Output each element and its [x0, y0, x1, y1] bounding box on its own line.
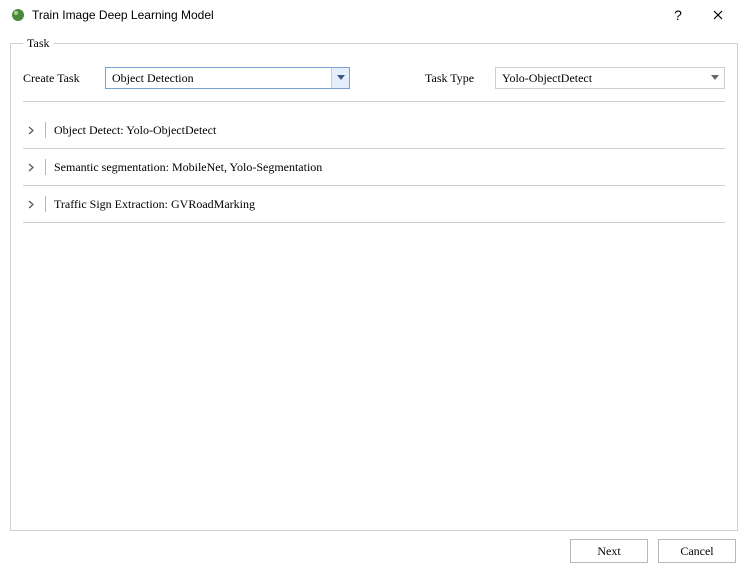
task-type-value: Yolo-ObjectDetect: [496, 68, 706, 88]
create-task-dropdown[interactable]: Object Detection: [105, 67, 350, 89]
list-item-row[interactable]: Object Detect: Yolo-ObjectDetect: [23, 112, 725, 148]
dialog-window: Train Image Deep Learning Model ? Task C…: [0, 0, 748, 575]
list-item-label: Semantic segmentation: MobileNet, Yolo-S…: [54, 160, 322, 175]
list-item-label: Object Detect: Yolo-ObjectDetect: [54, 123, 216, 138]
create-task-value: Object Detection: [106, 68, 331, 88]
cancel-button[interactable]: Cancel: [658, 539, 736, 563]
task-type-dropdown[interactable]: Yolo-ObjectDetect: [495, 67, 725, 89]
list-item: Semantic segmentation: MobileNet, Yolo-S…: [23, 149, 725, 186]
list-item-row[interactable]: Semantic segmentation: MobileNet, Yolo-S…: [23, 149, 725, 185]
chevron-down-icon: [706, 68, 724, 88]
chevron-right-icon: [23, 126, 39, 135]
divider: [23, 101, 725, 102]
titlebar: Train Image Deep Learning Model ?: [0, 0, 748, 30]
divider: [23, 222, 725, 223]
list-item: Object Detect: Yolo-ObjectDetect: [23, 112, 725, 149]
divider: [45, 159, 46, 175]
window-title: Train Image Deep Learning Model: [32, 8, 658, 22]
button-bar: Next Cancel: [10, 539, 738, 567]
list-item-row[interactable]: Traffic Sign Extraction: GVRoadMarking: [23, 186, 725, 222]
next-button[interactable]: Next: [570, 539, 648, 563]
task-row: Create Task Object Detection Task Type Y…: [23, 67, 725, 89]
list-item-label: Traffic Sign Extraction: GVRoadMarking: [54, 197, 255, 212]
task-group: Task Create Task Object Detection Task T…: [10, 36, 738, 531]
divider: [45, 196, 46, 212]
list-item: Traffic Sign Extraction: GVRoadMarking: [23, 186, 725, 223]
task-list: Object Detect: Yolo-ObjectDetect Semanti…: [23, 112, 725, 223]
app-icon: [10, 7, 26, 23]
help-button[interactable]: ?: [658, 7, 698, 23]
chevron-right-icon: [23, 200, 39, 209]
content-area: Task Create Task Object Detection Task T…: [0, 30, 748, 575]
chevron-right-icon: [23, 163, 39, 172]
chevron-down-icon: [331, 68, 349, 88]
divider: [45, 122, 46, 138]
close-button[interactable]: [698, 7, 738, 23]
create-task-label: Create Task: [23, 71, 105, 86]
task-type-label: Task Type: [425, 71, 495, 86]
task-legend: Task: [23, 36, 54, 51]
